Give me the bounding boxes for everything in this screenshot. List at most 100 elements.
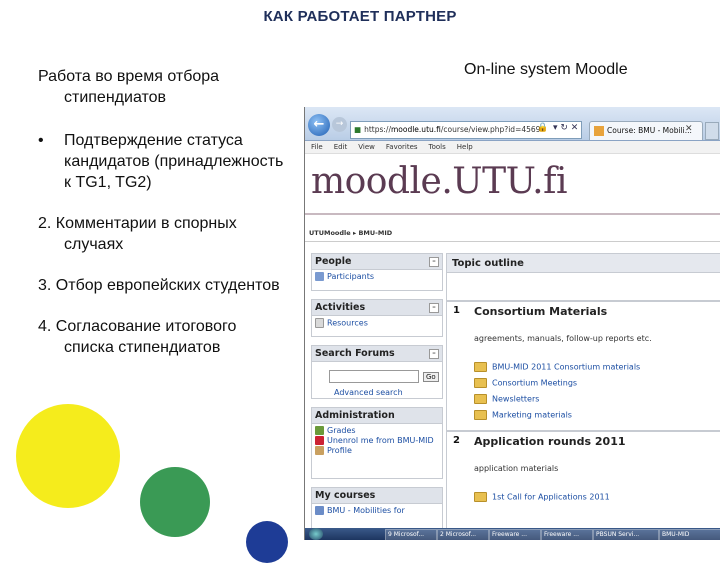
section-summary: agreements, manuals, follow-up reports e… xyxy=(474,334,652,343)
link-label: Marketing materials xyxy=(492,410,572,420)
block-header: Activities – xyxy=(312,300,442,316)
menu-favorites[interactable]: Favorites xyxy=(386,143,418,151)
block-header: People – xyxy=(312,254,442,270)
go-button[interactable]: Go xyxy=(423,371,439,382)
profile-icon xyxy=(315,446,324,455)
block-title: People xyxy=(315,256,352,267)
taskbar-button[interactable]: Freeware ... xyxy=(489,529,541,540)
yellow-circle xyxy=(16,404,120,508)
search-forums-block: Search Forums – Go Advanced search xyxy=(311,345,443,399)
document-icon xyxy=(315,318,324,328)
breadcrumb-divider xyxy=(305,241,720,242)
block-header: Search Forums – xyxy=(312,346,442,362)
folder-link[interactable]: BMU-MID 2011 Consortium materials xyxy=(474,362,640,372)
menu-edit[interactable]: Edit xyxy=(334,143,348,151)
menu-file[interactable]: File xyxy=(311,143,323,151)
link-label: BMU - Mobilities for xyxy=(327,506,405,515)
activities-block: Activities – Resources xyxy=(311,299,443,337)
link-label: Participants xyxy=(327,272,374,281)
people-block: People – Participants xyxy=(311,253,443,291)
block-header: Administration xyxy=(312,408,442,424)
menu-help[interactable]: Help xyxy=(457,143,473,151)
folder-link[interactable]: Marketing materials xyxy=(474,410,572,420)
course-link[interactable]: BMU - Mobilities for xyxy=(312,504,442,517)
taskbar-button[interactable]: 2 Microsof... xyxy=(437,529,489,540)
blue-circle xyxy=(246,521,288,563)
folder-icon xyxy=(474,492,487,502)
link-label: BMU-MID 2011 Consortium materials xyxy=(492,362,641,372)
address-host: moodle.utu.fi xyxy=(390,125,441,134)
link-label: Consortium Meetings xyxy=(492,378,578,388)
menu-view[interactable]: View xyxy=(358,143,375,151)
folder-icon xyxy=(474,394,487,404)
menu-bar: File Edit View Favorites Tools Help xyxy=(305,141,720,154)
new-tab-button[interactable] xyxy=(705,122,719,140)
link-label: Newsletters xyxy=(492,394,540,404)
list-item-4: 4. Согласование итогового списка стипенд… xyxy=(38,318,237,356)
breadcrumb[interactable]: UTUMoodle ▸ BMU-MID xyxy=(309,229,392,237)
windows-taskbar: 9 Microsof... 2 Microsof... Freeware ...… xyxy=(305,528,720,540)
list-item-3: 3. Отбор европейских студентов xyxy=(38,277,280,294)
menu-tools[interactable]: Tools xyxy=(429,143,446,151)
participants-link[interactable]: Participants xyxy=(312,270,442,283)
section-number: 2 xyxy=(453,435,460,446)
taskbar-button[interactable]: PBSUN Servi... xyxy=(593,529,659,540)
back-button[interactable]: ← xyxy=(308,114,330,136)
grades-link[interactable]: Grades xyxy=(312,424,442,436)
folder-link[interactable]: Newsletters xyxy=(474,394,539,404)
folder-link[interactable]: Consortium Meetings xyxy=(474,378,577,388)
close-icon[interactable]: ✕ xyxy=(685,124,693,134)
lock-icon: 🔒 xyxy=(537,123,549,133)
bullet-dot: • xyxy=(38,132,44,149)
link-label: 1st Call for Applications 2011 xyxy=(492,492,610,502)
taskbar-button[interactable]: 9 Microsof... xyxy=(385,529,437,540)
minimize-icon[interactable]: – xyxy=(429,303,439,313)
folder-link[interactable]: 1st Call for Applications 2011 xyxy=(474,492,610,502)
address-controls[interactable]: ▾ ↻ ✕ xyxy=(553,123,578,133)
slide-title: КАК РАБОТАЕТ ПАРТНЕР xyxy=(263,8,457,25)
profile-link[interactable]: Profile xyxy=(312,446,442,457)
taskbar-button[interactable]: Freeware ... xyxy=(541,529,593,540)
course-icon xyxy=(315,506,324,515)
link-label: Grades xyxy=(327,426,356,435)
right-caption: On-line system Moodle xyxy=(464,61,628,78)
section-1: 1 Consortium Materials agreements, manua… xyxy=(446,301,720,431)
topic-outline-header: Topic outline xyxy=(446,253,720,273)
start-button[interactable] xyxy=(309,528,323,540)
bullet-text: Подтверждение статуса кандидатов (принад… xyxy=(64,132,284,191)
minimize-icon[interactable]: – xyxy=(429,257,439,267)
link-label: Profile xyxy=(327,446,352,455)
unenrol-link[interactable]: Unenrol me from BMU-MID xyxy=(312,436,442,446)
my-courses-block: My courses BMU - Mobilities for xyxy=(311,487,443,534)
folder-icon xyxy=(474,410,487,420)
block-title: Search Forums xyxy=(315,348,395,359)
bullet-item: • Подтверждение статуса кандидатов (прин… xyxy=(38,130,288,193)
page-icon: ■ xyxy=(354,125,362,134)
logo-divider xyxy=(305,213,720,215)
section-2: 2 Application rounds 2011 application ma… xyxy=(446,431,720,531)
left-text-block: Работа во время отбора стипендиатов • По… xyxy=(38,66,288,358)
browser-toolbar: ← → ■ https://moodle.utu.fi/course/view.p… xyxy=(305,107,720,141)
arrow-right-icon: → xyxy=(335,119,344,129)
green-circle xyxy=(140,467,210,537)
link-label: Resources xyxy=(327,318,368,328)
section-number: 1 xyxy=(453,305,460,316)
forward-button[interactable]: → xyxy=(332,117,347,132)
list-item-2: 2. Комментарии в спорных случаях xyxy=(38,215,237,253)
moodle-favicon-icon xyxy=(594,126,604,136)
section-0 xyxy=(446,273,720,301)
forum-search-input[interactable] xyxy=(329,370,419,383)
tab-label: Course: BMU - Mobili... xyxy=(607,126,692,135)
moodle-screenshot: ← → ■ https://moodle.utu.fi/course/view.p… xyxy=(304,107,720,540)
arrow-left-icon: ← xyxy=(313,117,325,132)
left-heading: Работа во время отбора стипендиатов xyxy=(38,68,220,106)
link-label: Unenrol me from BMU-MID xyxy=(327,436,434,445)
moodle-logo: moodle.UTU.fi xyxy=(311,161,567,202)
block-title: Administration xyxy=(315,410,395,421)
advanced-search-link[interactable]: Advanced search xyxy=(312,386,442,400)
resources-link[interactable]: Resources xyxy=(312,316,442,330)
section-summary: application materials xyxy=(474,464,559,473)
grades-icon xyxy=(315,426,324,435)
minimize-icon[interactable]: – xyxy=(429,349,439,359)
taskbar-button[interactable]: BMU-MID xyxy=(659,529,720,540)
